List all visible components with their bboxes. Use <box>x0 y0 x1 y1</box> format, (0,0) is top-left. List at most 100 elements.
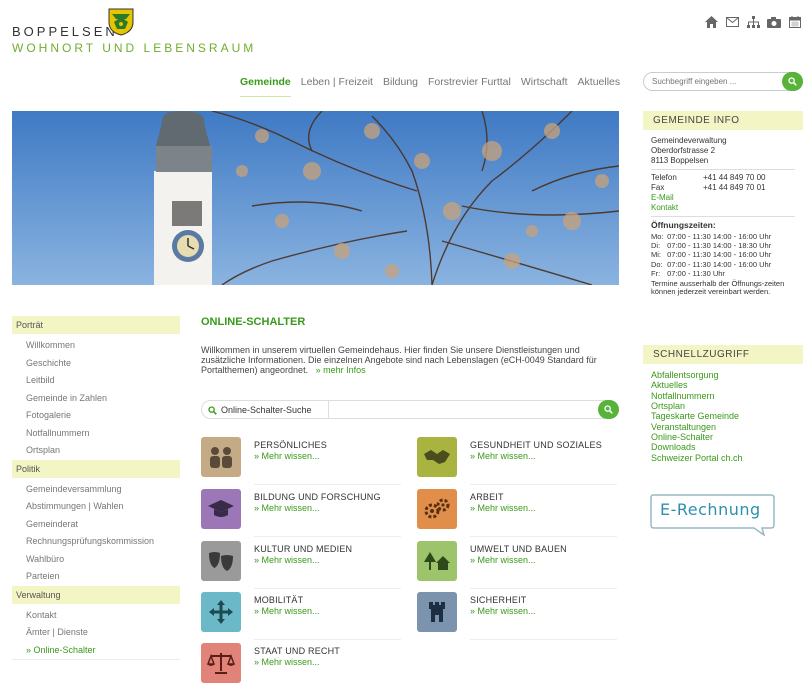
more-link[interactable]: » Mehr wissen... <box>254 606 320 616</box>
nav-item-wirtschaft[interactable]: Wirtschaft <box>521 76 568 97</box>
gears-icon <box>417 489 457 529</box>
scales-icon <box>201 643 241 683</box>
info-org: Gemeindeverwaltung <box>651 136 727 145</box>
sidebar-item-abstimmungen[interactable]: Abstimmungen | Wahlen <box>12 498 180 516</box>
category-mobilitaet[interactable]: MOBILITÄT » Mehr wissen... <box>201 592 401 640</box>
more-link[interactable]: » Mehr wissen... <box>470 503 536 513</box>
fax-value: +41 44 849 70 01 <box>703 183 766 192</box>
intro-text: Willkommen in unserem virtuellen Gemeind… <box>201 345 597 375</box>
search-input[interactable] <box>652 77 772 86</box>
sidebar-section-politik[interactable]: Politik <box>12 459 180 478</box>
search-button[interactable] <box>782 72 803 91</box>
more-link[interactable]: » Mehr wissen... <box>470 451 536 461</box>
info-city: 8113 Boppelsen <box>651 156 709 165</box>
more-link[interactable]: » Mehr wissen... <box>254 451 320 461</box>
main-navigation: Gemeinde Leben | Freizeit Bildung Forstr… <box>240 76 620 97</box>
handshake-icon <box>417 437 457 477</box>
utility-icons <box>703 14 803 30</box>
search-icon <box>604 405 613 414</box>
calendar-icon[interactable] <box>787 14 803 30</box>
gemeinde-info-header: GEMEINDE INFO <box>643 111 803 130</box>
quick-link-abfallentsorgung[interactable]: Abfallentsorgung <box>651 370 795 380</box>
quick-link-tageskarte[interactable]: Tageskarte Gemeinde <box>651 411 795 421</box>
quick-access-box: SCHNELLZUGRIFF Abfallentsorgung Aktuelle… <box>643 345 803 469</box>
camera-icon[interactable] <box>766 14 782 30</box>
hours-row: Mo: 07:00 - 11:30 14:00 - 16:00 Uhr <box>651 231 772 241</box>
sitemap-icon[interactable] <box>745 14 761 30</box>
online-search-button[interactable] <box>598 400 619 419</box>
quick-link-veranstaltungen[interactable]: Veranstaltungen <box>651 422 795 432</box>
quick-link-notfallnummern[interactable]: Notfallnummern <box>651 391 795 401</box>
category-kultur[interactable]: KULTUR UND MEDIEN » Mehr wissen... <box>201 541 401 589</box>
gemeinde-info-box: GEMEINDE INFO Gemeindeverwaltung Oberdor… <box>643 111 803 303</box>
sidebar-item-notfallnummern[interactable]: Notfallnummern <box>12 425 180 443</box>
home-icon[interactable] <box>703 14 719 30</box>
sidebar-item-kontakt[interactable]: Kontakt <box>12 607 180 625</box>
sidebar-item-leitbild[interactable]: Leitbild <box>12 372 180 390</box>
nav-item-forstrevier[interactable]: Forstrevier Furttal <box>428 76 511 97</box>
category-arbeit[interactable]: ARBEIT » Mehr wissen... <box>417 489 617 537</box>
nav-item-aktuelles[interactable]: Aktuelles <box>578 76 621 97</box>
contact-link[interactable]: Kontakt <box>651 203 795 213</box>
search-icon <box>208 405 217 415</box>
category-persoenliches[interactable]: PERSÖNLICHES » Mehr wissen... <box>201 437 401 485</box>
category-title: PERSÖNLICHES <box>254 440 327 450</box>
sidebar-item-willkommen[interactable]: Willkommen <box>12 337 180 355</box>
hours-note: Termine ausserhalb der Öffnungs-zeiten k… <box>651 278 785 297</box>
more-link[interactable]: » Mehr wissen... <box>254 657 320 667</box>
sidebar-item-gemeinderat[interactable]: Gemeinderat <box>12 516 180 534</box>
hours-row: Mi: 07:00 - 11:30 14:00 - 16:00 Uhr <box>651 250 772 260</box>
category-bildung[interactable]: BILDUNG UND FORSCHUNG » Mehr wissen... <box>201 489 401 537</box>
e-rechnung-badge[interactable]: E-Rechnung <box>650 494 775 537</box>
more-link[interactable]: » Mehr wissen... <box>470 555 536 565</box>
nav-item-gemeinde[interactable]: Gemeinde <box>240 76 291 97</box>
category-staat-recht[interactable]: STAAT UND RECHT » Mehr wissen... <box>201 643 401 684</box>
sidebar-navigation: Porträt Willkommen Geschichte Leitbild G… <box>12 316 180 663</box>
sidebar-item-wahlbuero[interactable]: Wahlbüro <box>12 551 180 569</box>
sidebar-section-portraet[interactable]: Porträt <box>12 316 180 334</box>
hours-title: Öffnungszeiten: <box>651 220 716 230</box>
sidebar-item-ortsplan[interactable]: Ortsplan <box>12 442 180 460</box>
more-link[interactable]: » Mehr wissen... <box>254 503 320 513</box>
category-title: MOBILITÄT <box>254 595 304 605</box>
tower-icon <box>417 592 457 632</box>
mail-icon[interactable] <box>724 14 740 30</box>
sidebar-item-fotogalerie[interactable]: Fotogalerie <box>12 407 180 425</box>
sidebar-section-verwaltung[interactable]: Verwaltung <box>12 585 180 604</box>
sidebar-item-aemter[interactable]: Ämter | Dienste <box>12 624 180 642</box>
page-title: ONLINE-SCHALTER <box>201 316 306 328</box>
e-rechnung-label: E-Rechnung <box>660 500 761 519</box>
quick-access-header: SCHNELLZUGRIFF <box>643 345 803 364</box>
category-title: KULTUR UND MEDIEN <box>254 544 353 554</box>
quick-link-aktuelles[interactable]: Aktuelles <box>651 380 795 390</box>
category-title: UMWELT UND BAUEN <box>470 544 567 554</box>
category-umwelt[interactable]: UMWELT UND BAUEN » Mehr wissen... <box>417 541 617 589</box>
online-schalter-search: Online-Schalter-Suche <box>201 400 619 419</box>
quick-link-ch-portal[interactable]: Schweizer Portal ch.ch <box>651 453 795 463</box>
info-street: Oberdorfstrasse 2 <box>651 146 716 155</box>
sidebar-item-online-schalter[interactable]: » Online-Schalter <box>12 642 180 660</box>
quick-link-ortsplan[interactable]: Ortsplan <box>651 401 795 411</box>
quick-link-downloads[interactable]: Downloads <box>651 442 795 452</box>
graduation-cap-icon <box>201 489 241 529</box>
main-content: ONLINE-SCHALTER Willkommen in unserem vi… <box>201 316 619 376</box>
hours-row: Di: 07:00 - 11:30 14:00 - 18:30 Uhr <box>651 241 772 250</box>
nav-item-bildung[interactable]: Bildung <box>383 76 418 97</box>
sidebar-item-parteien[interactable]: Parteien <box>12 568 180 586</box>
sidebar-item-geschichte[interactable]: Geschichte <box>12 355 180 373</box>
more-info-link[interactable]: » mehr Infos <box>316 365 366 375</box>
category-title: STAAT UND RECHT <box>254 646 341 656</box>
sidebar-item-gemeindeversammlung[interactable]: Gemeindeversammlung <box>12 481 180 499</box>
category-title: ARBEIT <box>470 492 504 502</box>
logo-name: BOPPELSEN <box>12 24 118 39</box>
category-gesundheit[interactable]: GESUNDHEIT UND SOZIALES » Mehr wissen... <box>417 437 617 485</box>
quick-link-online-schalter[interactable]: Online-Schalter <box>651 432 795 442</box>
sidebar-item-rpk[interactable]: Rechnungsprüfungskommission <box>12 533 180 551</box>
sidebar-item-gemeinde-in-zahlen[interactable]: Gemeinde in Zahlen <box>12 390 180 408</box>
more-link[interactable]: » Mehr wissen... <box>254 555 320 565</box>
nav-item-leben-freizeit[interactable]: Leben | Freizeit <box>301 76 373 97</box>
more-link[interactable]: » Mehr wissen... <box>470 606 536 616</box>
people-icon <box>201 437 241 477</box>
email-link[interactable]: E-Mail <box>651 193 795 203</box>
category-sicherheit[interactable]: SICHERHEIT » Mehr wissen... <box>417 592 617 640</box>
